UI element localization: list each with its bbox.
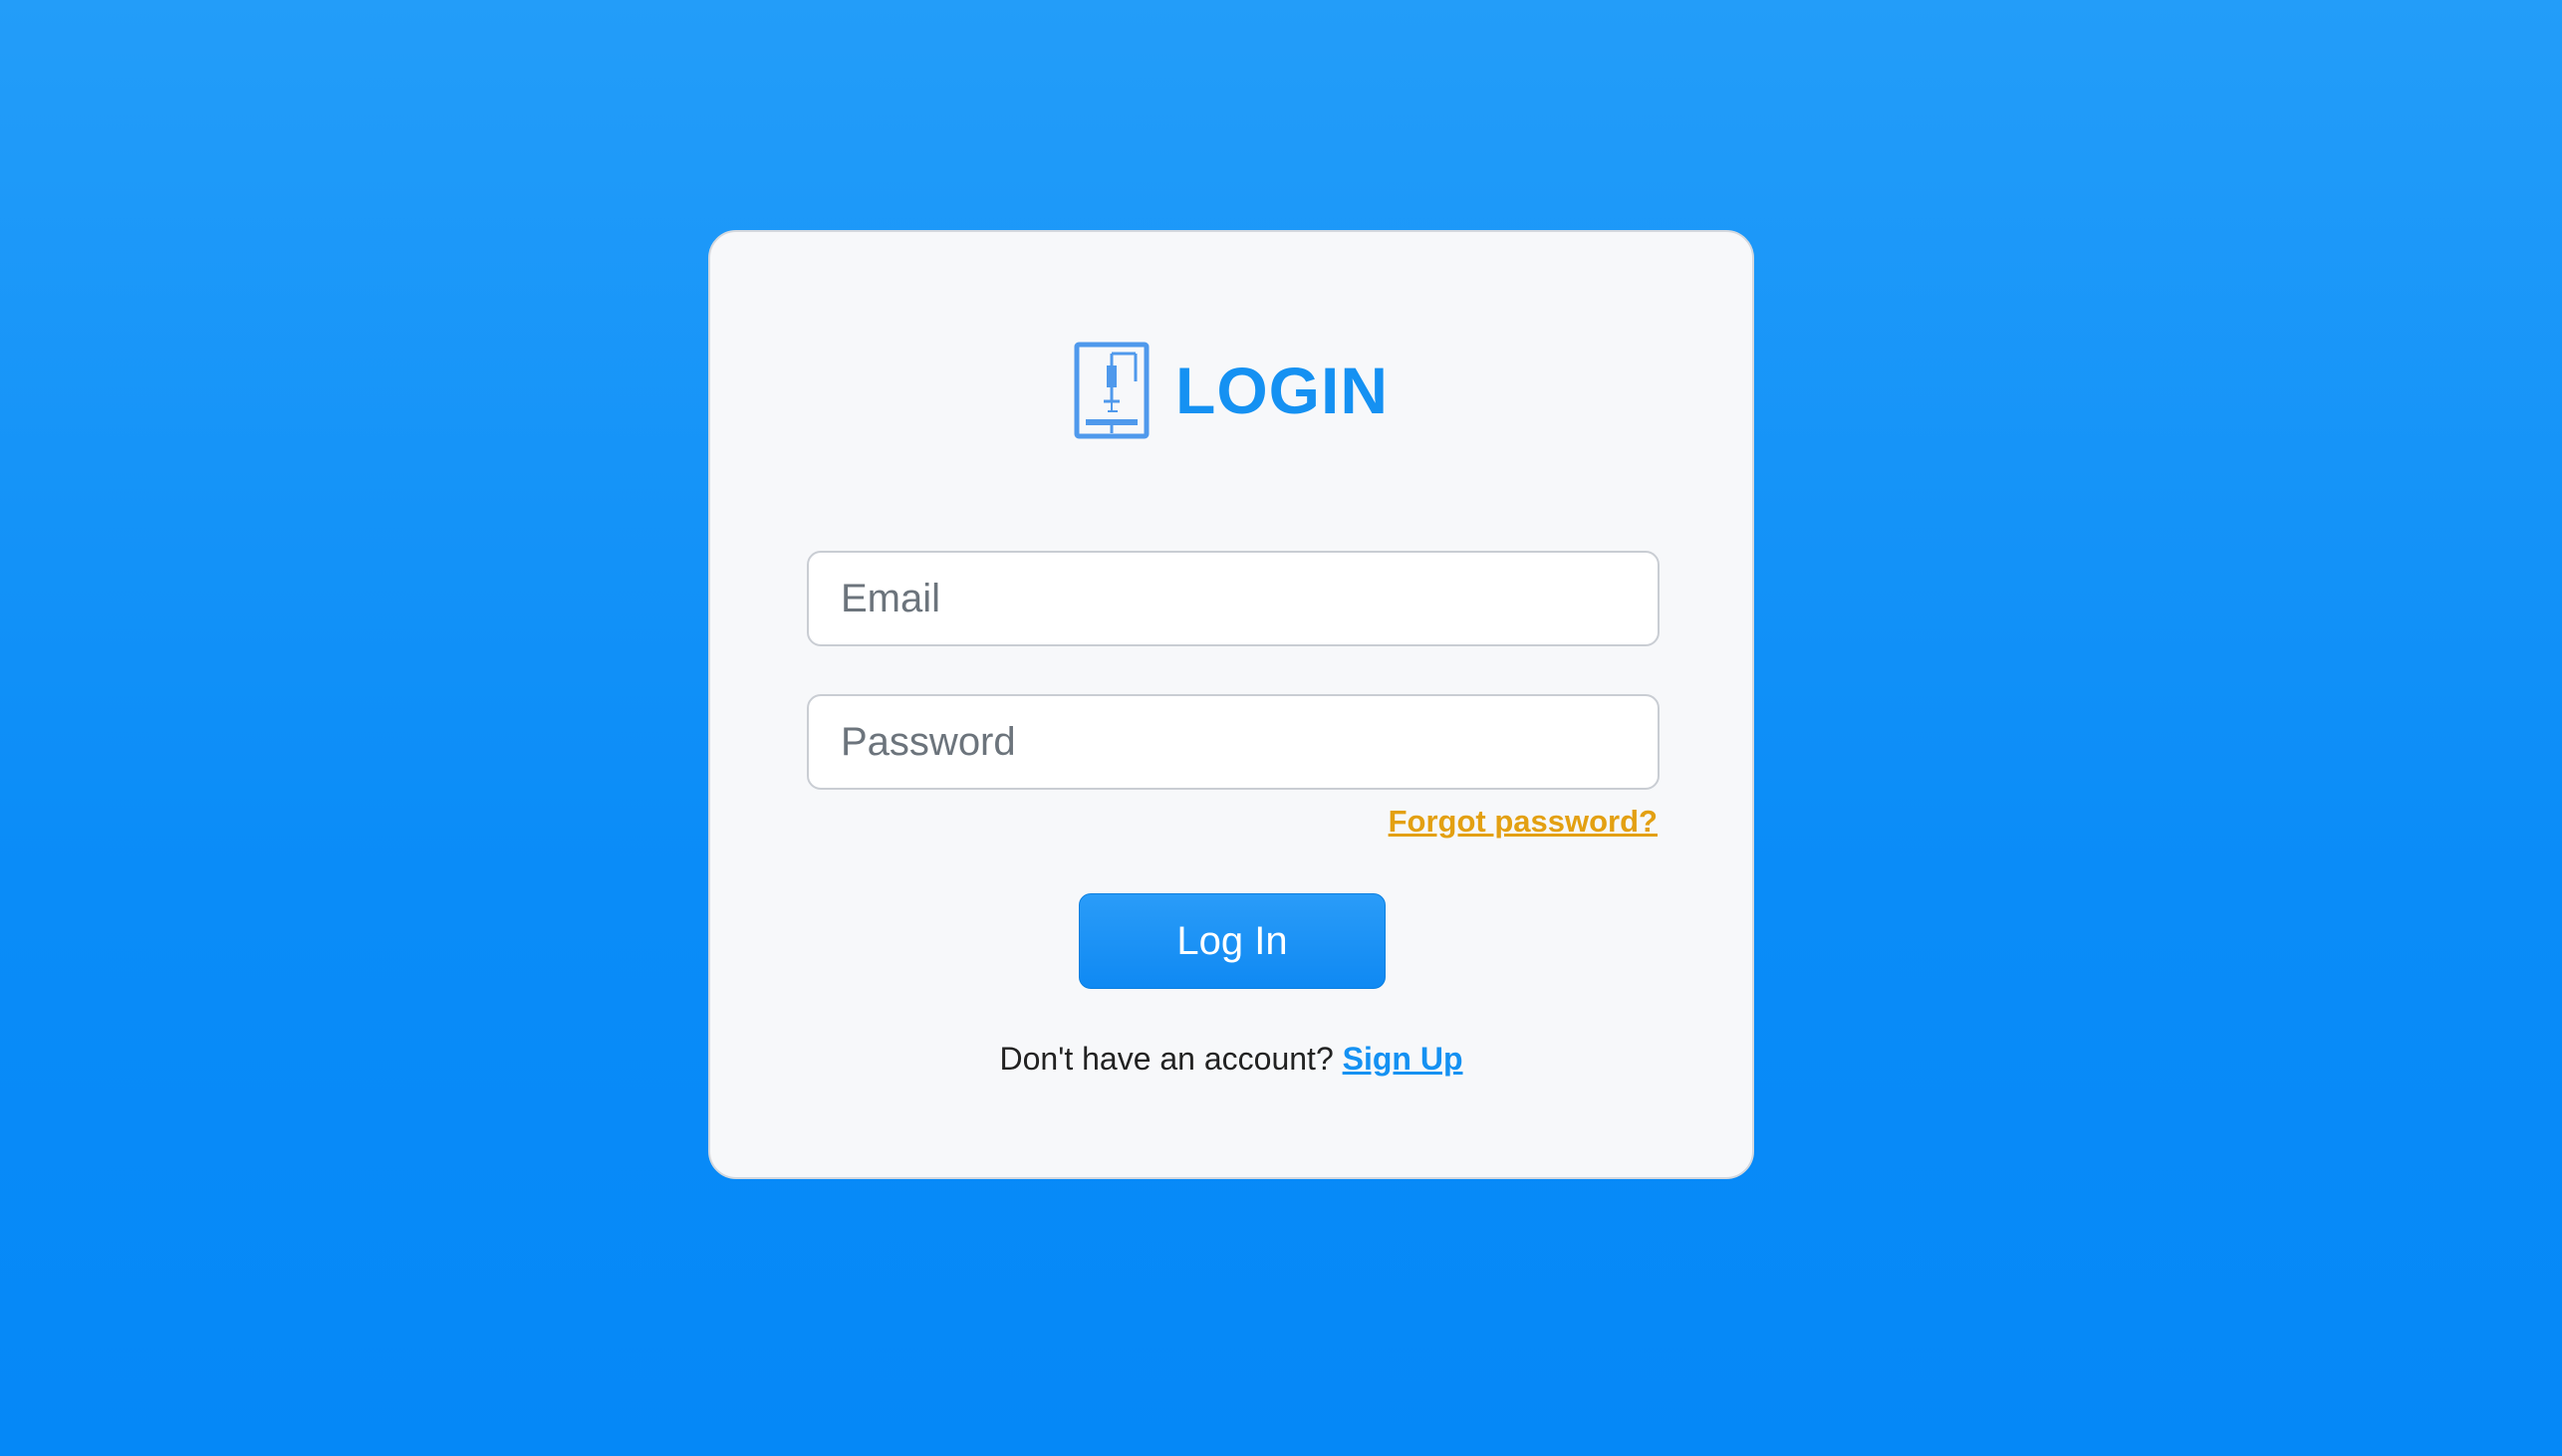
- signup-prompt-text: Don't have an account?: [999, 1041, 1343, 1077]
- password-field[interactable]: [807, 694, 1660, 790]
- login-card: LOGIN Forgot password? Log In Don't have…: [708, 230, 1754, 1179]
- forgot-password-link[interactable]: Forgot password?: [1389, 804, 1658, 840]
- page-title: LOGIN: [1175, 354, 1389, 427]
- signup-link[interactable]: Sign Up: [1343, 1041, 1463, 1077]
- signup-prompt: Don't have an account? Sign Up: [710, 1041, 1752, 1078]
- login-header: LOGIN: [710, 342, 1752, 439]
- email-field[interactable]: [807, 551, 1660, 646]
- 3d-printer-icon: [1074, 342, 1150, 439]
- login-button[interactable]: Log In: [1079, 893, 1386, 989]
